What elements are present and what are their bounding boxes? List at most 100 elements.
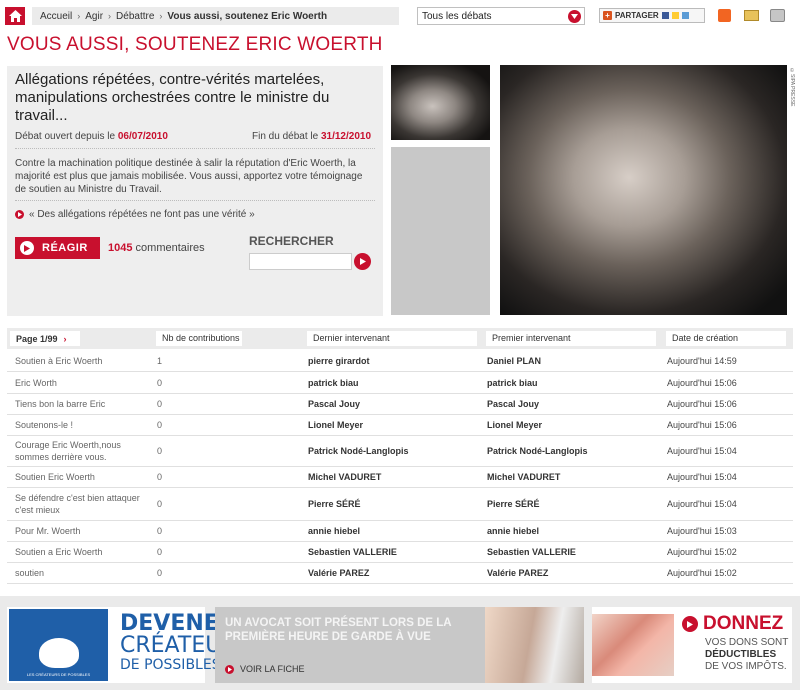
arrow-right-icon xyxy=(15,210,24,219)
arrow-right-icon xyxy=(359,258,366,265)
play-icon xyxy=(20,241,34,255)
debate-opened-date: 06/07/2010 xyxy=(117,131,168,142)
page-title: VOUS AUSSI, SOUTENEZ ERIC WOERTH xyxy=(7,34,383,55)
last-contributor: patrick biau xyxy=(308,378,359,388)
first-contributor: Lionel Meyer xyxy=(487,420,543,430)
table-row[interactable]: Pour Mr. Woerth 0 annie hiebel annie hiebel… xyxy=(7,521,793,542)
table-row[interactable]: Tiens bon la barre Eric 0 Pascal Jouy Pasca… xyxy=(7,394,793,415)
facebook-icon xyxy=(661,12,669,19)
quote-link[interactable]: « Des allégations répétées ne font pas u… xyxy=(15,209,255,220)
search-submit-button[interactable] xyxy=(354,253,371,270)
contributions-count: 0 xyxy=(157,378,163,388)
table-row[interactable]: Soutien à Eric Woerth 1 pierre girardot Dan… xyxy=(7,351,793,372)
table-row[interactable]: Courage Eric Woerth,nous sommes derrière… xyxy=(7,436,793,467)
breadcrumb-separator-icon: › xyxy=(77,11,81,21)
creation-date: Aujourd'hui 15:03 xyxy=(667,526,737,536)
breadcrumb-separator-icon: › xyxy=(159,11,163,21)
column-header-contributions[interactable]: Nb de contributions xyxy=(156,331,242,346)
page-indicator: Page 1/99 xyxy=(16,333,58,344)
creation-date: Aujourd'hui 14:59 xyxy=(667,356,737,366)
contributions-count: 0 xyxy=(157,420,163,430)
debate-opened-label: Débat ouvert depuis le xyxy=(15,131,116,142)
column-header-first[interactable]: Premier intervenant xyxy=(486,331,656,346)
breadcrumb-current: Vous aussi, soutenez Eric Woerth xyxy=(167,10,328,22)
table-row[interactable]: Se défendre c'est bien attaquer c'est mi… xyxy=(7,488,793,521)
breadcrumb-separator-icon: › xyxy=(108,11,112,21)
pagination[interactable]: Page 1/99 › xyxy=(10,331,80,346)
column-header-last[interactable]: Dernier intervenant xyxy=(307,331,477,346)
debate-end: Fin du débat le 31/12/2010 xyxy=(252,131,371,142)
breadcrumb-link-agir[interactable]: Agir xyxy=(85,11,103,22)
topic-link[interactable]: soutien xyxy=(15,563,145,583)
topic-link[interactable]: Soutien a Eric Woerth xyxy=(15,542,145,562)
topic-link[interactable]: Tiens bon la barre Eric xyxy=(15,394,145,414)
handcuffs-photo xyxy=(485,607,584,683)
topic-link[interactable]: Eric Worth xyxy=(15,373,145,393)
view-sheet-label: VOIR LA FICHE xyxy=(240,664,305,674)
debates-select[interactable]: Tous les débats xyxy=(417,7,585,25)
thumbnail-photo[interactable] xyxy=(391,65,490,140)
bookmark-icon xyxy=(671,12,679,19)
contributions-count: 0 xyxy=(157,499,163,509)
thumbnail-placeholder xyxy=(391,147,490,315)
view-sheet-link[interactable]: VOIR LA FICHE xyxy=(225,664,305,674)
comments-link[interactable]: 1045 commentaires xyxy=(108,242,205,254)
debate-opened: Débat ouvert depuis le 06/07/2010 xyxy=(15,131,168,142)
mail-icon[interactable] xyxy=(744,10,759,21)
debates-select-value: Tous les débats xyxy=(422,10,492,22)
first-contributor: Daniel PLAN xyxy=(487,356,542,366)
creation-date: Aujourd'hui 15:06 xyxy=(667,378,737,388)
debate-description: Contre la machination politique destinée… xyxy=(15,158,363,195)
debate-end-date: 31/12/2010 xyxy=(320,131,372,142)
table-row[interactable]: Soutien Eric Woerth 0 Michel VADURET Michel… xyxy=(7,467,793,488)
first-contributor: Pascal Jouy xyxy=(487,399,540,409)
contributions-count: 1 xyxy=(157,356,163,366)
creation-date: Aujourd'hui 15:06 xyxy=(667,420,737,430)
react-button[interactable]: RÉAGIR xyxy=(15,237,100,259)
divider xyxy=(15,200,375,201)
plus-icon: + xyxy=(603,11,612,20)
photo-credit: ©SIPA PRESSE xyxy=(789,68,795,107)
banner-avocat-text: UN AVOCAT SOIT PRÉSENT LORS DE LA PREMIÈ… xyxy=(225,617,452,643)
topic-link[interactable]: Soutien à Eric Woerth xyxy=(15,351,145,371)
creation-date: Aujourd'hui 15:06 xyxy=(667,399,737,409)
comments-label: commentaires xyxy=(135,242,205,254)
tree-icon xyxy=(38,638,79,668)
topic-link[interactable]: Soutenons-le ! xyxy=(15,415,145,435)
banner-donnez-line3: DE VOS IMPÔTS. xyxy=(705,661,787,672)
share-button[interactable]: + PARTAGER xyxy=(599,8,705,23)
print-icon[interactable] xyxy=(770,9,785,22)
debate-end-label: Fin du débat le xyxy=(252,131,319,142)
banner-donnez-line2: DÉDUCTIBLES xyxy=(705,649,777,660)
play-icon xyxy=(682,616,698,632)
table-row[interactable]: Eric Worth 0 patrick biau patrick biau Aujou… xyxy=(7,373,793,394)
last-contributor: Michel VADURET xyxy=(308,472,382,482)
react-label: RÉAGIR xyxy=(42,242,88,254)
createurs-logo-text: LES CRÉATEURS DE POSSIBLES xyxy=(26,672,91,677)
contributions-count: 0 xyxy=(157,472,163,482)
table-row[interactable]: Soutien a Eric Woerth 0 Sebastien VALLERIE… xyxy=(7,542,793,563)
topic-link[interactable]: Soutien Eric Woerth xyxy=(15,467,145,487)
first-contributor: patrick biau xyxy=(487,378,538,388)
search-input[interactable] xyxy=(249,253,352,270)
creation-date: Aujourd'hui 15:04 xyxy=(667,472,737,482)
topic-link[interactable]: Courage Eric Woerth,nous sommes derrière… xyxy=(15,436,145,466)
banknote-photo xyxy=(592,614,674,676)
breadcrumb: Accueil › Agir › Débattre › Vous aussi, … xyxy=(32,7,399,25)
first-contributor: Pierre SÉRÉ xyxy=(487,499,540,509)
last-contributor: Pierre SÉRÉ xyxy=(308,499,361,509)
next-page-icon[interactable]: › xyxy=(64,334,67,344)
table-row[interactable]: soutien 0 Valérie PAREZ Valérie PAREZ Aujour… xyxy=(7,563,793,584)
rss-icon[interactable] xyxy=(718,9,731,22)
last-contributor: Valérie PAREZ xyxy=(308,568,370,578)
table-row[interactable]: Soutenons-le ! 0 Lionel Meyer Lionel Meyer A… xyxy=(7,415,793,436)
topic-link[interactable]: Pour Mr. Woerth xyxy=(15,521,145,541)
contributions-count: 0 xyxy=(157,399,163,409)
network-icon xyxy=(681,12,689,19)
breadcrumb-link-debattre[interactable]: Débattre xyxy=(116,11,154,22)
topic-link[interactable]: Se défendre c'est bien attaquer c'est mi… xyxy=(15,488,145,520)
home-button[interactable] xyxy=(5,7,25,25)
creation-date: Aujourd'hui 15:02 xyxy=(667,568,737,578)
breadcrumb-link-accueil[interactable]: Accueil xyxy=(40,11,72,22)
column-header-date[interactable]: Date de création xyxy=(666,331,786,346)
